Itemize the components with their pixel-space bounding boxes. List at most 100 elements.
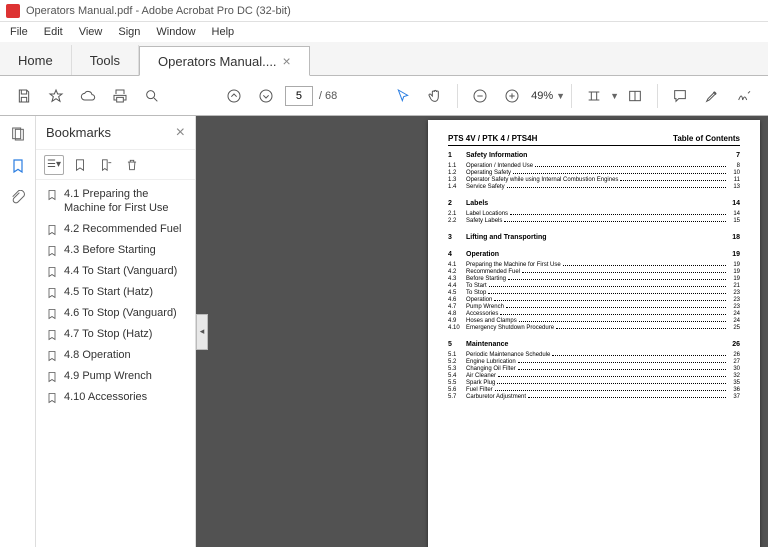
toc-row: 4.7Pump Wrench23 xyxy=(448,304,740,310)
menubar: File Edit View Sign Window Help xyxy=(0,22,768,42)
sign-button[interactable] xyxy=(730,82,758,110)
bookmark-icon xyxy=(46,188,58,202)
page-separator: / xyxy=(319,90,322,102)
bookmark-item[interactable]: 4.8 Operation xyxy=(44,345,193,366)
bookmarks-list[interactable]: 4.1 Preparing the Machine for First Use 4… xyxy=(36,180,195,547)
bookmark-label: 4.1 Preparing the Machine for First Use xyxy=(64,187,191,216)
menu-sign[interactable]: Sign xyxy=(112,24,146,40)
bookmarks-title: Bookmarks xyxy=(46,125,111,140)
sidebar-rail xyxy=(0,116,36,547)
toc-row: 1.1Operation / Intended Use8 xyxy=(448,163,740,169)
toc-row: 4.5To Stop23 xyxy=(448,290,740,296)
bookmark-item[interactable]: 4.9 Pump Wrench xyxy=(44,366,193,387)
bookmark-item[interactable]: 4.6 To Stop (Vanguard) xyxy=(44,303,193,324)
bookmark-icon xyxy=(46,349,58,363)
bookmark-item[interactable]: 4.7 To Stop (Hatz) xyxy=(44,324,193,345)
close-icon[interactable]: × xyxy=(283,53,291,69)
toc-row: 5.2Engine Lubrication27 xyxy=(448,359,740,365)
tab-document[interactable]: Operators Manual.... × xyxy=(139,46,310,76)
bookmark-item[interactable]: 4.1 Preparing the Machine for First Use xyxy=(44,184,193,219)
menu-edit[interactable]: Edit xyxy=(38,24,69,40)
bookmark-label: 4.5 To Start (Hatz) xyxy=(64,285,191,299)
window-title: Operators Manual.pdf - Adobe Acrobat Pro… xyxy=(26,5,291,17)
collapse-handle[interactable]: ◂ xyxy=(196,314,208,350)
bookmark-icon xyxy=(46,391,58,405)
hand-tool[interactable] xyxy=(421,82,449,110)
toc-row: 5.7Carburetor Adjustment37 xyxy=(448,394,740,400)
bookmark-item[interactable]: 4.2 Recommended Fuel xyxy=(44,219,193,240)
tabbar: Home Tools Operators Manual.... × xyxy=(0,42,768,76)
toc-row: 5.6Fuel Filter36 xyxy=(448,387,740,393)
zoom-level[interactable]: 49% xyxy=(531,90,553,102)
tab-home[interactable]: Home xyxy=(0,45,72,75)
new-bookmark-from-structure-button[interactable] xyxy=(96,155,116,175)
toc-row: 1.2Operating Safety10 xyxy=(448,170,740,176)
bookmark-item[interactable]: 4.4 To Start (Vanguard) xyxy=(44,261,193,282)
toc-row: 4.2Recommended Fuel19 xyxy=(448,269,740,275)
chevron-down-icon[interactable]: ▼ xyxy=(610,91,619,101)
bookmark-label: 4.10 Accessories xyxy=(64,390,191,404)
bookmark-item[interactable]: 4.10 Accessories xyxy=(44,387,193,408)
fit-width-button[interactable] xyxy=(580,82,608,110)
bookmark-label: 4.9 Pump Wrench xyxy=(64,369,191,383)
thumbnails-icon[interactable] xyxy=(8,124,28,144)
document-area[interactable]: ◂ PTS 4V / PTK 4 / PTS4H Table of Conten… xyxy=(196,116,768,547)
highlight-button[interactable] xyxy=(698,82,726,110)
toc-row: 4.6Operation23 xyxy=(448,297,740,303)
toc-section-title: 4Operation19 xyxy=(448,251,740,258)
page-down-button[interactable] xyxy=(252,82,280,110)
titlebar: Operators Manual.pdf - Adobe Acrobat Pro… xyxy=(0,0,768,22)
bookmark-icon xyxy=(46,370,58,384)
zoom-out-button[interactable] xyxy=(466,82,494,110)
search-button[interactable] xyxy=(138,82,166,110)
doc-model: PTS 4V / PTK 4 / PTS4H xyxy=(448,134,537,143)
page-number-input[interactable] xyxy=(285,86,313,106)
toolbar: / 68 49% ▼ ▼ xyxy=(0,76,768,116)
toc-section-title: 5Maintenance26 xyxy=(448,341,740,348)
pdf-page: PTS 4V / PTK 4 / PTS4H Table of Contents… xyxy=(428,120,760,547)
bookmarks-toolbar: ☰▾ xyxy=(36,150,195,180)
zoom-in-button[interactable] xyxy=(498,82,526,110)
attachments-icon[interactable] xyxy=(8,188,28,208)
bookmark-label: 4.8 Operation xyxy=(64,348,191,362)
bookmarks-icon[interactable] xyxy=(8,156,28,176)
bookmark-item[interactable]: 4.3 Before Starting xyxy=(44,240,193,261)
page-up-button[interactable] xyxy=(220,82,248,110)
new-bookmark-button[interactable] xyxy=(70,155,90,175)
toc-row: 4.9Hoses and Clamps24 xyxy=(448,318,740,324)
comment-button[interactable] xyxy=(666,82,694,110)
bookmark-label: 4.7 To Stop (Hatz) xyxy=(64,327,191,341)
bookmark-label: 4.4 To Start (Vanguard) xyxy=(64,264,191,278)
select-tool[interactable] xyxy=(389,82,417,110)
toc-section-title: 3Lifting and Transporting18 xyxy=(448,234,740,241)
bookmark-icon xyxy=(46,286,58,300)
close-icon[interactable]: × xyxy=(176,124,185,142)
cloud-button[interactable] xyxy=(74,82,102,110)
chevron-down-icon[interactable]: ▼ xyxy=(556,91,565,101)
toc-row: 1.3Operator Safety while using Internal … xyxy=(448,177,740,183)
bookmark-icon xyxy=(46,223,58,237)
toc-row: 1.4Service Safety13 xyxy=(448,184,740,190)
read-mode-button[interactable] xyxy=(621,82,649,110)
doc-toc-label: Table of Contents xyxy=(673,134,740,143)
menu-file[interactable]: File xyxy=(4,24,34,40)
menu-window[interactable]: Window xyxy=(150,24,201,40)
app-icon xyxy=(6,4,20,18)
star-button[interactable] xyxy=(42,82,70,110)
menu-help[interactable]: Help xyxy=(206,24,241,40)
menu-view[interactable]: View xyxy=(73,24,109,40)
bookmark-item[interactable]: 4.5 To Start (Hatz) xyxy=(44,282,193,303)
tab-tools[interactable]: Tools xyxy=(72,45,139,75)
save-button[interactable] xyxy=(10,82,38,110)
toc-row: 4.8Accessories24 xyxy=(448,311,740,317)
toc-section-title: 2Labels14 xyxy=(448,200,740,207)
delete-bookmark-button[interactable] xyxy=(122,155,142,175)
bookmark-label: 4.6 To Stop (Vanguard) xyxy=(64,306,191,320)
toc-row: 4.1Preparing the Machine for First Use19 xyxy=(448,262,740,268)
bookmark-options-button[interactable]: ☰▾ xyxy=(44,155,64,175)
print-button[interactable] xyxy=(106,82,134,110)
page-total: 68 xyxy=(325,90,337,102)
bookmark-icon xyxy=(46,307,58,321)
toc-row: 2.2Safety Labels15 xyxy=(448,218,740,224)
bookmark-icon xyxy=(46,244,58,258)
